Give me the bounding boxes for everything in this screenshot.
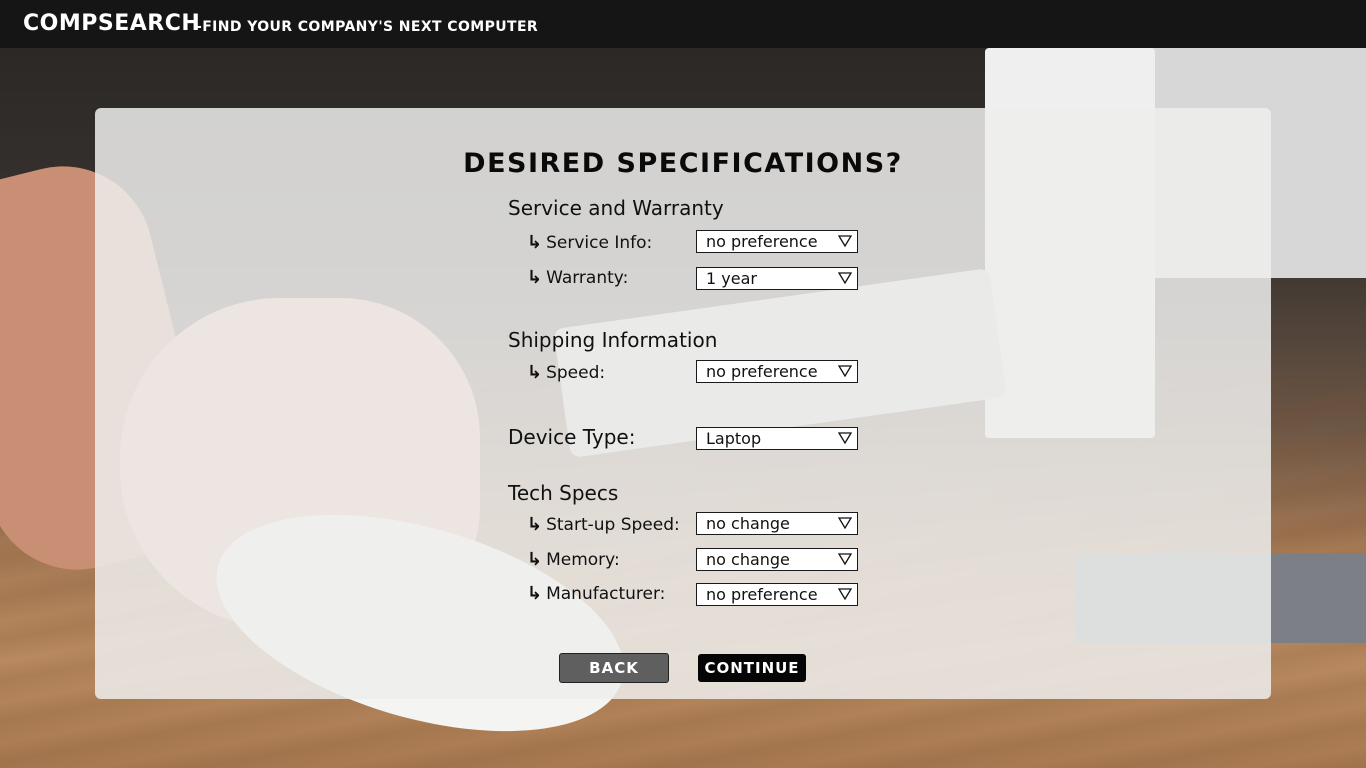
arrow-turn-right-icon: ↳ [527, 267, 543, 288]
manufacturer-label-text: Manufacturer: [546, 584, 666, 604]
triangle-down-icon [838, 272, 852, 285]
triangle-down-icon [838, 517, 852, 530]
section-title-device: Device Type: [508, 425, 636, 449]
triangle-down-icon [838, 365, 852, 378]
triangle-down-icon [838, 432, 852, 445]
arrow-turn-right-icon: ↳ [527, 362, 543, 383]
back-button[interactable]: BACK [559, 653, 669, 683]
manufacturer-select[interactable]: no preference [696, 583, 858, 606]
shipping-speed-value: no preference [706, 362, 818, 381]
section-title-tech: Tech Specs [508, 481, 619, 505]
memory-label: ↳ Memory: [527, 549, 620, 570]
startup-speed-select[interactable]: no change [696, 512, 858, 535]
service-info-select[interactable]: no preference [696, 230, 858, 253]
triangle-down-icon [838, 235, 852, 248]
startup-speed-label-text: Start-up Speed: [546, 515, 680, 535]
continue-button[interactable]: CONTINUE [698, 654, 806, 682]
specifications-panel: DESIRED SPECIFICATIONS? Service and Warr… [95, 108, 1271, 699]
device-type-select[interactable]: Laptop [696, 427, 858, 450]
memory-label-text: Memory: [546, 550, 620, 570]
memory-select[interactable]: no change [696, 548, 858, 571]
startup-speed-value: no change [706, 514, 790, 533]
shipping-speed-select[interactable]: no preference [696, 360, 858, 383]
warranty-value: 1 year [706, 269, 757, 288]
arrow-turn-right-icon: ↳ [527, 549, 543, 570]
warranty-label: ↳ Warranty: [527, 267, 628, 288]
brand-tagline: -find your company's next computer [196, 19, 539, 35]
speed-label: ↳ Speed: [527, 362, 605, 383]
startup-speed-label: ↳ Start-up Speed: [527, 514, 680, 535]
service-info-label-text: Service Info: [546, 233, 653, 253]
service-info-value: no preference [706, 232, 818, 251]
speed-label-text: Speed: [546, 363, 606, 383]
section-title-shipping: Shipping Information [508, 328, 718, 352]
memory-value: no change [706, 550, 790, 569]
warranty-select[interactable]: 1 year [696, 267, 858, 290]
arrow-turn-right-icon: ↳ [527, 232, 543, 253]
manufacturer-label: ↳ Manufacturer: [527, 583, 665, 604]
warranty-label-text: Warranty: [546, 268, 629, 288]
section-title-service: Service and Warranty [508, 196, 724, 220]
service-info-label: ↳ Service Info: [527, 232, 652, 253]
brand-logo[interactable]: COMPSEARCH [23, 11, 200, 36]
page-title: DESIRED SPECIFICATIONS? [463, 148, 903, 179]
manufacturer-value: no preference [706, 585, 818, 604]
triangle-down-icon [838, 553, 852, 566]
top-bar: COMPSEARCH -find your company's next com… [0, 0, 1366, 48]
arrow-turn-right-icon: ↳ [527, 514, 543, 535]
triangle-down-icon [838, 588, 852, 601]
arrow-turn-right-icon: ↳ [527, 583, 543, 604]
device-type-value: Laptop [706, 429, 762, 448]
